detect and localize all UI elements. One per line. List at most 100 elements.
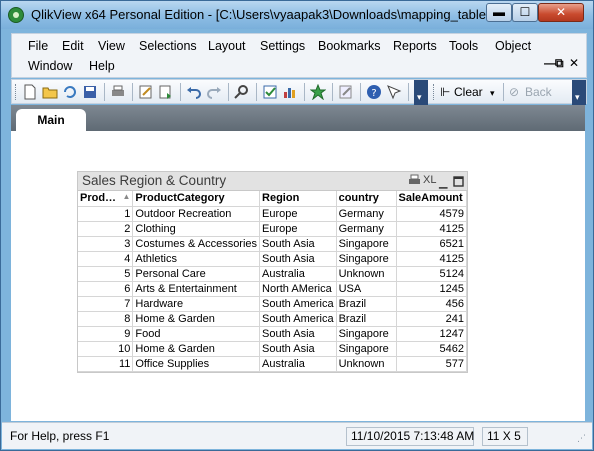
- reload-data-icon[interactable]: [158, 84, 174, 100]
- edit-script-icon[interactable]: [138, 84, 154, 100]
- column-header-region[interactable]: Region: [259, 191, 337, 207]
- cell-country[interactable]: Unknown: [336, 266, 397, 282]
- menu-settings[interactable]: Settings: [260, 39, 305, 53]
- cell-product[interactable]: 10: [78, 341, 134, 357]
- cell-product[interactable]: 1: [78, 206, 134, 222]
- clear-dropdown-chevron-icon[interactable]: ▾: [490, 88, 495, 99]
- cell-country[interactable]: Brazil: [336, 296, 397, 312]
- cell-saleamount[interactable]: 1247: [396, 326, 468, 342]
- undo-icon[interactable]: [186, 84, 202, 100]
- cell-saleamount[interactable]: 5462: [396, 341, 468, 357]
- cell-country[interactable]: Brazil: [336, 311, 397, 327]
- cell-product[interactable]: 5: [78, 266, 134, 282]
- menu-help[interactable]: Help: [89, 59, 115, 73]
- cell-saleamount[interactable]: 241: [396, 311, 468, 327]
- table-box[interactable]: Sales Region & Country XL ▁ Prod… ▲ Produ…: [77, 171, 468, 373]
- cell-product[interactable]: 11: [78, 356, 134, 372]
- minimize-button[interactable]: ▬: [486, 3, 512, 22]
- cell-region[interactable]: North AMerica: [259, 281, 337, 297]
- cell-region[interactable]: South Asia: [259, 236, 337, 252]
- cell-country[interactable]: Germany: [336, 206, 397, 222]
- cell-productcategory[interactable]: Outdoor Recreation: [132, 206, 261, 222]
- column-header-product[interactable]: Prod… ▲: [78, 191, 134, 207]
- cell-product[interactable]: 8: [78, 311, 134, 327]
- maximize-button[interactable]: ☐: [512, 3, 538, 22]
- cell-saleamount[interactable]: 1245: [396, 281, 468, 297]
- toolbar-grip[interactable]: [433, 84, 436, 100]
- menu-view[interactable]: View: [98, 39, 125, 53]
- cell-saleamount[interactable]: 4579: [396, 206, 468, 222]
- menu-edit[interactable]: Edit: [62, 39, 84, 53]
- cell-region[interactable]: Europe: [259, 221, 337, 237]
- cell-product[interactable]: 4: [78, 251, 134, 267]
- maximize-icon[interactable]: [453, 176, 464, 187]
- cell-region[interactable]: South America: [259, 311, 337, 327]
- minimize-icon[interactable]: ▁: [439, 176, 447, 189]
- print-icon[interactable]: [408, 174, 421, 187]
- cell-country[interactable]: Germany: [336, 221, 397, 237]
- cell-productcategory[interactable]: Home & Garden: [132, 341, 261, 357]
- cell-country[interactable]: Singapore: [336, 236, 397, 252]
- properties-icon[interactable]: [338, 84, 354, 100]
- mdi-restore-button[interactable]: ⧉: [555, 56, 564, 71]
- cell-productcategory[interactable]: Costumes & Accessories: [132, 236, 261, 252]
- table-box-caption[interactable]: Sales Region & Country XL ▁: [78, 172, 467, 191]
- toolbar-grip[interactable]: [15, 84, 18, 100]
- cell-productcategory[interactable]: Athletics: [132, 251, 261, 267]
- cell-saleamount[interactable]: 456: [396, 296, 468, 312]
- cell-region[interactable]: South America: [259, 296, 337, 312]
- print-icon[interactable]: [110, 84, 126, 100]
- clear-button[interactable]: Clear: [454, 85, 483, 99]
- toolbar-overflow-chevron[interactable]: ▾: [572, 80, 586, 105]
- help-icon[interactable]: ?: [366, 84, 382, 100]
- column-header-saleamount[interactable]: SaleAmount: [396, 191, 468, 207]
- select-fields-icon[interactable]: [262, 84, 278, 100]
- cell-product[interactable]: 2: [78, 221, 134, 237]
- resize-grip-icon[interactable]: ⋰: [577, 433, 586, 444]
- cell-productcategory[interactable]: Clothing: [132, 221, 261, 237]
- save-icon[interactable]: [82, 84, 98, 100]
- cell-saleamount[interactable]: 577: [396, 356, 468, 372]
- mdi-close-button[interactable]: ✕: [569, 56, 579, 70]
- cell-product[interactable]: 7: [78, 296, 134, 312]
- column-header-productcategory[interactable]: ProductCategory: [132, 191, 261, 207]
- chart-icon[interactable]: [282, 84, 298, 100]
- cell-region[interactable]: Australia: [259, 266, 337, 282]
- cell-country[interactable]: USA: [336, 281, 397, 297]
- menu-layout[interactable]: Layout: [208, 39, 246, 53]
- cell-productcategory[interactable]: Arts & Entertainment: [132, 281, 261, 297]
- open-icon[interactable]: [42, 84, 58, 100]
- menu-window[interactable]: Window: [28, 59, 72, 73]
- menu-reports[interactable]: Reports: [393, 39, 437, 53]
- back-button[interactable]: Back: [525, 85, 552, 99]
- new-icon[interactable]: [22, 84, 38, 100]
- cell-country[interactable]: Singapore: [336, 341, 397, 357]
- cell-productcategory[interactable]: Home & Garden: [132, 311, 261, 327]
- cell-country[interactable]: Unknown: [336, 356, 397, 372]
- cell-saleamount[interactable]: 5124: [396, 266, 468, 282]
- toolbar-overflow-chevron[interactable]: ▾: [414, 80, 428, 105]
- tab-main[interactable]: Main: [16, 109, 86, 131]
- cell-country[interactable]: Singapore: [336, 326, 397, 342]
- cell-saleamount[interactable]: 6521: [396, 236, 468, 252]
- cell-productcategory[interactable]: Office Supplies: [132, 356, 261, 372]
- cell-region[interactable]: Australia: [259, 356, 337, 372]
- search-icon[interactable]: [234, 84, 250, 100]
- cell-productcategory[interactable]: Food: [132, 326, 261, 342]
- bookmark-icon[interactable]: [310, 84, 326, 100]
- cell-saleamount[interactable]: 4125: [396, 221, 468, 237]
- close-button[interactable]: ✕: [538, 3, 584, 22]
- cell-country[interactable]: Singapore: [336, 251, 397, 267]
- menu-tools[interactable]: Tools: [449, 39, 478, 53]
- cell-product[interactable]: 3: [78, 236, 134, 252]
- reload-icon[interactable]: [62, 84, 78, 100]
- title-bar[interactable]: QlikView x64 Personal Edition - [C:\User…: [1, 1, 593, 29]
- menu-selections[interactable]: Selections: [139, 39, 197, 53]
- redo-icon[interactable]: [206, 84, 222, 100]
- cell-productcategory[interactable]: Hardware: [132, 296, 261, 312]
- cell-region[interactable]: South Asia: [259, 251, 337, 267]
- cell-region[interactable]: South Asia: [259, 326, 337, 342]
- menu-object[interactable]: Object: [495, 39, 531, 53]
- cell-product[interactable]: 6: [78, 281, 134, 297]
- menu-bookmarks[interactable]: Bookmarks: [318, 39, 381, 53]
